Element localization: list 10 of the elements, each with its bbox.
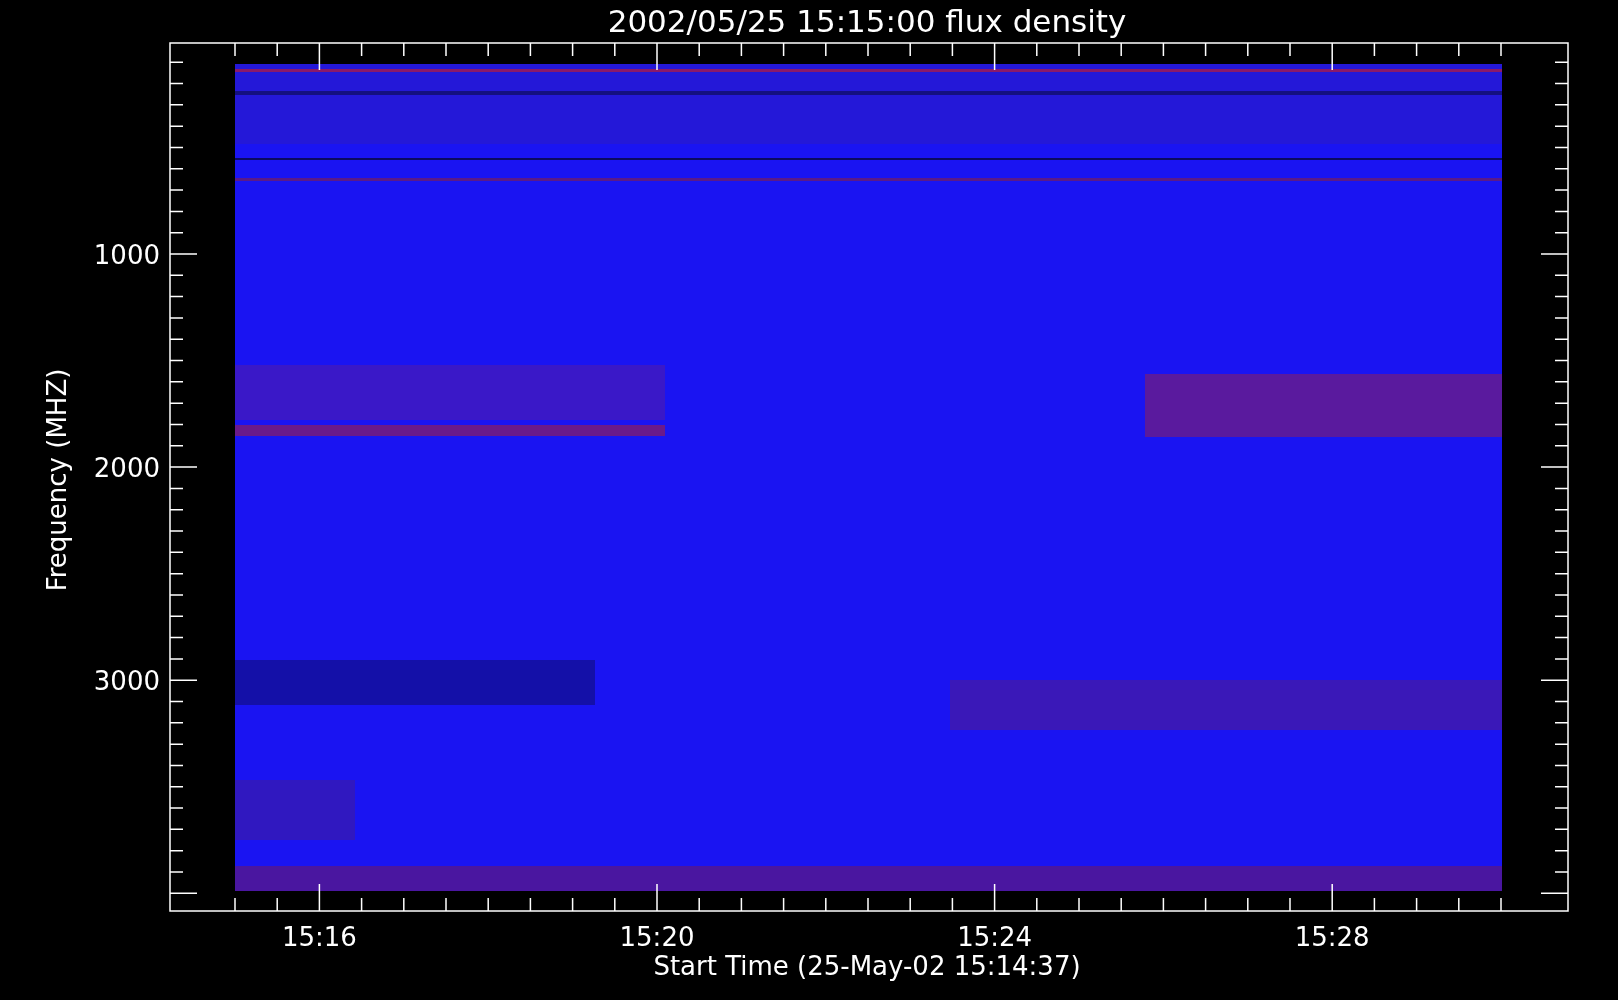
- x-axis-label: Start Time (25-May-02 15:14:37): [653, 951, 1081, 981]
- y-axis-label: Frequency (MHZ): [42, 368, 72, 592]
- chart-title: 2002/05/25 15:15:00 flux density: [607, 3, 1127, 39]
- x-tick-label: 15:28: [1294, 922, 1370, 952]
- x-tick-label: 15:20: [619, 922, 695, 952]
- y-tick-label: 3000: [93, 666, 160, 697]
- y-tick-label: 2000: [93, 453, 160, 484]
- y-tick-label: 1000: [93, 240, 160, 270]
- x-tick-label: 15:24: [957, 922, 1033, 952]
- x-tick-label: 15:16: [281, 922, 357, 952]
